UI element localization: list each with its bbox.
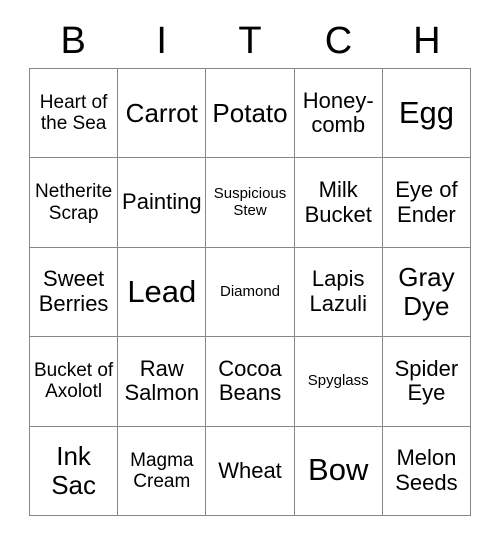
bingo-cell[interactable]: Honey-comb bbox=[294, 69, 383, 159]
bingo-header-row: B I T C H bbox=[29, 14, 471, 68]
bingo-cell[interactable]: Magma Cream bbox=[118, 426, 207, 517]
bingo-cell[interactable]: Sweet Berries bbox=[30, 247, 119, 338]
bingo-cell[interactable]: Milk Bucket bbox=[294, 158, 383, 248]
bingo-cell[interactable]: Raw Salmon bbox=[118, 337, 207, 427]
bingo-cell-label: Spyglass bbox=[307, 372, 369, 390]
bingo-cell-label: Lead bbox=[127, 273, 197, 309]
bingo-cell-label: Gray Dye bbox=[398, 261, 455, 322]
bingo-header-letter-4: H bbox=[413, 20, 441, 62]
bingo-row: Netherite Scrap Painting Suspicious Stew Mi… bbox=[30, 158, 472, 248]
bingo-cell-label: Carrot bbox=[125, 97, 198, 128]
bingo-row: Sweet Berries Lead Diamond Lapis Lazuli Gray… bbox=[30, 247, 472, 338]
bingo-cell[interactable]: Bucket of Axolotl bbox=[30, 337, 119, 427]
bingo-cell-label: Suspicious Stew bbox=[213, 184, 287, 219]
bingo-cell[interactable]: Potato bbox=[206, 69, 295, 159]
bingo-card: B I T C H Heart of the Sea Carrot Potato Ho… bbox=[0, 0, 500, 544]
bingo-cell-label: Bow bbox=[308, 452, 369, 488]
bingo-cell-label: Cocoa Beans bbox=[218, 355, 282, 406]
bingo-cell[interactable]: Gray Dye bbox=[382, 247, 472, 338]
bingo-cell-label: Honey-comb bbox=[302, 87, 374, 138]
bingo-header-letter-0: B bbox=[60, 20, 86, 62]
bingo-cell[interactable]: Eye of Ender bbox=[382, 158, 472, 248]
bingo-cell-label: Wheat bbox=[218, 457, 282, 483]
bingo-row: Heart of the Sea Carrot Potato Honey-comb Eg… bbox=[30, 69, 472, 159]
bingo-grid: Heart of the Sea Carrot Potato Honey-comb Eg… bbox=[29, 68, 472, 517]
bingo-cell[interactable]: Heart of the Sea bbox=[30, 69, 119, 159]
bingo-header-letter-3: C bbox=[324, 20, 353, 62]
bingo-cell-label: Milk Bucket bbox=[304, 176, 372, 227]
bingo-cell[interactable]: Diamond bbox=[206, 247, 295, 338]
bingo-cell-label: Bucket of Axolotl bbox=[33, 360, 114, 403]
bingo-cell-label: Melon Seeds bbox=[395, 445, 458, 495]
bingo-cell[interactable]: Ink Sac bbox=[30, 426, 119, 517]
bingo-cell[interactable]: Wheat bbox=[206, 426, 295, 517]
bingo-cell[interactable]: Cocoa Beans bbox=[206, 337, 295, 427]
bingo-cell[interactable]: Egg bbox=[382, 69, 472, 159]
bingo-cell[interactable]: Suspicious Stew bbox=[206, 158, 295, 248]
bingo-header-letter-1: I bbox=[156, 20, 167, 62]
bingo-cell-label: Egg bbox=[398, 94, 454, 130]
bingo-cell[interactable]: Melon Seeds bbox=[382, 426, 472, 517]
bingo-row: Ink Sac Magma Cream Wheat Bow Melon Seeds bbox=[30, 426, 472, 517]
bingo-cell-label: Netherite Scrap bbox=[35, 181, 113, 224]
bingo-cell-label: Sweet Berries bbox=[38, 266, 109, 317]
bingo-header-letter-2: T bbox=[238, 20, 262, 62]
bingo-cell-label: Ink Sac bbox=[51, 440, 96, 500]
bingo-cell[interactable]: Lead bbox=[118, 247, 207, 338]
bingo-cell[interactable]: Carrot bbox=[118, 69, 207, 159]
bingo-cell[interactable]: Spyglass bbox=[294, 337, 383, 427]
bingo-row: Bucket of Axolotl Raw Salmon Cocoa Beans Sp… bbox=[30, 337, 472, 427]
bingo-cell-label: Lapis Lazuli bbox=[309, 266, 367, 317]
bingo-cell[interactable]: Bow bbox=[294, 426, 383, 517]
bingo-cell[interactable]: Netherite Scrap bbox=[30, 158, 119, 248]
bingo-cell-label: Magma Cream bbox=[130, 449, 194, 492]
bingo-cell-label: Eye of Ender bbox=[395, 176, 458, 227]
bingo-cell[interactable]: Lapis Lazuli bbox=[294, 247, 383, 338]
bingo-cell-label: Heart of the Sea bbox=[39, 91, 108, 135]
bingo-cell[interactable]: Spider Eye bbox=[382, 337, 472, 427]
bingo-cell-label: Spider Eye bbox=[394, 355, 459, 406]
bingo-cell[interactable]: Painting bbox=[118, 158, 207, 248]
bingo-cell-label: Diamond bbox=[219, 282, 281, 300]
bingo-cell-label: Painting bbox=[122, 189, 202, 215]
bingo-cell-label: Raw Salmon bbox=[124, 355, 200, 406]
bingo-cell-label: Potato bbox=[212, 97, 288, 128]
